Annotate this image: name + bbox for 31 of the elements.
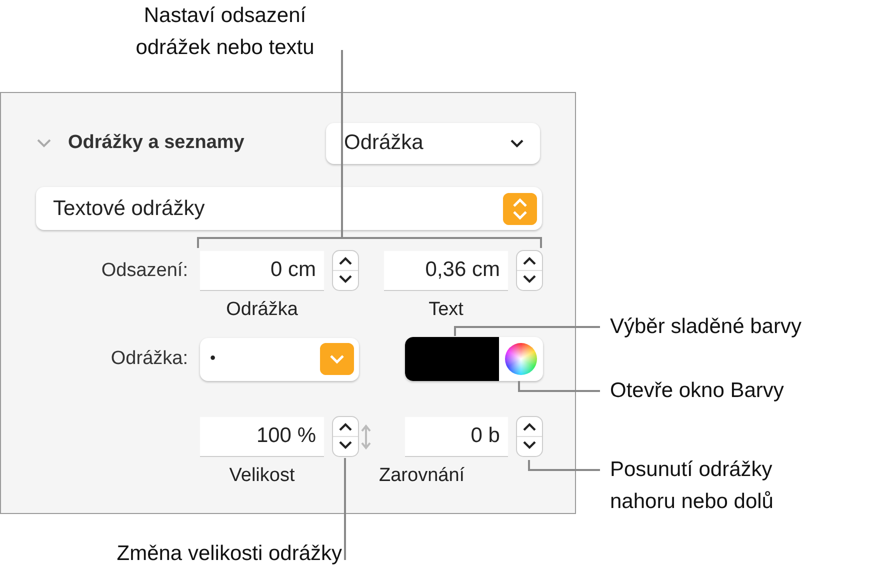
field-caption: Zarovnání — [379, 464, 465, 487]
style-dropdown[interactable]: Odrážka — [326, 122, 540, 164]
color-swatch[interactable] — [405, 337, 499, 381]
chevron-down-icon — [320, 343, 354, 375]
bullet-type-popup[interactable]: Textové odrážky — [36, 187, 542, 230]
stepper[interactable] — [332, 416, 359, 458]
section-title: Odrážky a seznamy — [68, 132, 244, 154]
alignment-field[interactable]: 0 b — [405, 416, 508, 456]
bullet-indent-field[interactable]: 0 cm — [200, 250, 324, 290]
bullet-popup[interactable]: • — [200, 338, 359, 380]
stepper[interactable] — [332, 250, 359, 292]
stepper[interactable] — [516, 250, 543, 292]
bullet-label: Odrážka: — [110, 348, 188, 370]
indent-label: Odsazení: — [100, 260, 188, 282]
size-field[interactable]: 100 % — [200, 416, 324, 456]
callout-text: Změna velikosti odrážky — [116, 541, 342, 567]
chevron-down-icon — [510, 138, 524, 148]
field-caption: Velikost — [228, 464, 296, 487]
color-well[interactable] — [405, 337, 543, 381]
field-caption: Odrážka — [225, 298, 299, 321]
up-down-chevron-icon — [503, 192, 537, 224]
color-wheel-icon[interactable] — [505, 343, 537, 375]
stepper[interactable] — [516, 416, 543, 458]
text-indent-field[interactable]: 0,36 cm — [384, 250, 508, 290]
callout-text: Otevře okno Barvy — [610, 378, 785, 404]
leader-line — [528, 460, 600, 471]
vertical-arrows-icon — [360, 424, 372, 450]
field-caption: Text — [428, 298, 464, 321]
callout-text: Výběr sladěné barvy — [610, 314, 802, 340]
callout-text: Posunutí odrážky nahoru nebo dolů — [610, 457, 774, 515]
callout-text: Nastaví odsazení odrážek nebo textu — [134, 3, 316, 61]
